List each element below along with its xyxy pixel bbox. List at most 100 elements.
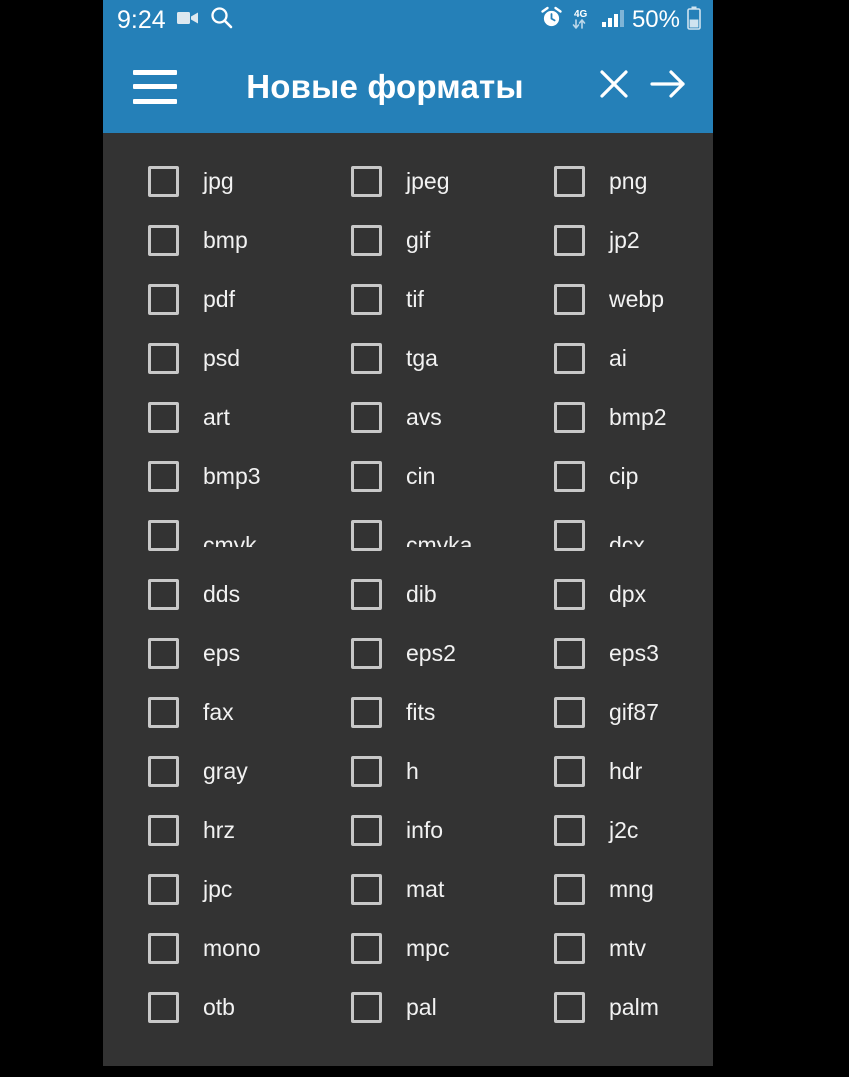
- checkbox-dds[interactable]: [148, 579, 179, 610]
- format-option-psd[interactable]: psd: [103, 343, 306, 374]
- hamburger-menu-icon[interactable]: [133, 69, 177, 104]
- format-option-hdr[interactable]: hdr: [509, 756, 712, 787]
- format-label: png: [609, 168, 648, 194]
- checkbox-ai[interactable]: [554, 343, 585, 374]
- checkbox-mono[interactable]: [148, 933, 179, 964]
- format-option-mono[interactable]: mono: [103, 933, 306, 964]
- checkbox-tif[interactable]: [351, 284, 382, 315]
- format-option-cmyka[interactable]: cmyka: [306, 520, 509, 551]
- format-option-j2c[interactable]: j2c: [509, 815, 712, 846]
- format-option-cip[interactable]: cip: [509, 461, 712, 492]
- format-option-bmp[interactable]: bmp: [103, 225, 306, 256]
- format-option-avs[interactable]: avs: [306, 402, 509, 433]
- format-option-mpc[interactable]: mpc: [306, 933, 509, 964]
- format-option-eps3[interactable]: eps3: [509, 638, 712, 669]
- format-option-eps[interactable]: eps: [103, 638, 306, 669]
- checkbox-bmp[interactable]: [148, 225, 179, 256]
- format-option-mat[interactable]: mat: [306, 874, 509, 905]
- checkbox-fax[interactable]: [148, 697, 179, 728]
- checkbox-cip[interactable]: [554, 461, 585, 492]
- status-clock: 9:24: [117, 5, 166, 34]
- format-option-webp[interactable]: webp: [509, 284, 712, 315]
- checkbox-otb[interactable]: [148, 992, 179, 1023]
- checkbox-palm[interactable]: [554, 992, 585, 1023]
- checkbox-h[interactable]: [351, 756, 382, 787]
- checkbox-pdf[interactable]: [148, 284, 179, 315]
- format-option-mtv[interactable]: mtv: [509, 933, 712, 964]
- format-option-pal[interactable]: pal: [306, 992, 509, 1023]
- format-option-tif[interactable]: tif: [306, 284, 509, 315]
- format-option-dds[interactable]: dds: [103, 579, 306, 610]
- format-option-jp2[interactable]: jp2: [509, 225, 712, 256]
- checkbox-mat[interactable]: [351, 874, 382, 905]
- close-button[interactable]: [587, 60, 641, 114]
- format-option-bmp2[interactable]: bmp2: [509, 402, 712, 433]
- checkbox-dpx[interactable]: [554, 579, 585, 610]
- checkbox-mpc[interactable]: [351, 933, 382, 964]
- format-option-png[interactable]: png: [509, 166, 712, 197]
- format-option-hrz[interactable]: hrz: [103, 815, 306, 846]
- format-option-gif[interactable]: gif: [306, 225, 509, 256]
- format-option-cmyk[interactable]: cmyk: [103, 520, 306, 551]
- format-option-dib[interactable]: dib: [306, 579, 509, 610]
- format-label: eps3: [609, 640, 659, 666]
- format-option-mng[interactable]: mng: [509, 874, 712, 905]
- checkbox-gif[interactable]: [351, 225, 382, 256]
- format-option-cin[interactable]: cin: [306, 461, 509, 492]
- format-option-jpeg[interactable]: jpeg: [306, 166, 509, 197]
- format-option-fits[interactable]: fits: [306, 697, 509, 728]
- checkbox-info[interactable]: [351, 815, 382, 846]
- format-option-jpg[interactable]: jpg: [103, 166, 306, 197]
- format-label: dds: [203, 581, 241, 607]
- format-option-jpc[interactable]: jpc: [103, 874, 306, 905]
- format-option-otb[interactable]: otb: [103, 992, 306, 1023]
- format-option-tga[interactable]: tga: [306, 343, 509, 374]
- checkbox-cmyk[interactable]: [148, 520, 179, 551]
- checkbox-eps[interactable]: [148, 638, 179, 669]
- checkbox-fits[interactable]: [351, 697, 382, 728]
- checkbox-mng[interactable]: [554, 874, 585, 905]
- format-option-h[interactable]: h: [306, 756, 509, 787]
- format-option-gif87[interactable]: gif87: [509, 697, 712, 728]
- checkbox-jpg[interactable]: [148, 166, 179, 197]
- format-option-fax[interactable]: fax: [103, 697, 306, 728]
- format-option-dcx[interactable]: dcx: [509, 520, 712, 551]
- checkbox-dib[interactable]: [351, 579, 382, 610]
- checkbox-jpc[interactable]: [148, 874, 179, 905]
- checkbox-bmp3[interactable]: [148, 461, 179, 492]
- checkbox-pal[interactable]: [351, 992, 382, 1023]
- checkbox-tga[interactable]: [351, 343, 382, 374]
- format-option-bmp3[interactable]: bmp3: [103, 461, 306, 492]
- checkbox-cmyka[interactable]: [351, 520, 382, 551]
- status-bar-right: 4G 50%: [540, 6, 701, 35]
- checkbox-eps3[interactable]: [554, 638, 585, 669]
- next-button[interactable]: [641, 60, 695, 114]
- checkbox-mtv[interactable]: [554, 933, 585, 964]
- checkbox-j2c[interactable]: [554, 815, 585, 846]
- checkbox-psd[interactable]: [148, 343, 179, 374]
- format-option-pdf[interactable]: pdf: [103, 284, 306, 315]
- checkbox-jpeg[interactable]: [351, 166, 382, 197]
- checkbox-jp2[interactable]: [554, 225, 585, 256]
- checkbox-hdr[interactable]: [554, 756, 585, 787]
- checkbox-avs[interactable]: [351, 402, 382, 433]
- checkbox-hrz[interactable]: [148, 815, 179, 846]
- format-option-ai[interactable]: ai: [509, 343, 712, 374]
- checkbox-dcx[interactable]: [554, 520, 585, 551]
- checkbox-png[interactable]: [554, 166, 585, 197]
- format-option-art[interactable]: art: [103, 402, 306, 433]
- checkbox-bmp2[interactable]: [554, 402, 585, 433]
- format-label: hdr: [609, 758, 643, 784]
- checkbox-webp[interactable]: [554, 284, 585, 315]
- format-option-palm[interactable]: palm: [509, 992, 712, 1023]
- checkbox-gray[interactable]: [148, 756, 179, 787]
- format-option-info[interactable]: info: [306, 815, 509, 846]
- format-option-eps2[interactable]: eps2: [306, 638, 509, 669]
- checkbox-gif87[interactable]: [554, 697, 585, 728]
- checkbox-cin[interactable]: [351, 461, 382, 492]
- format-option-dpx[interactable]: dpx: [509, 579, 712, 610]
- checkbox-eps2[interactable]: [351, 638, 382, 669]
- checkbox-art[interactable]: [148, 402, 179, 433]
- format-row: pdf tif webp: [103, 270, 713, 329]
- format-option-gray[interactable]: gray: [103, 756, 306, 787]
